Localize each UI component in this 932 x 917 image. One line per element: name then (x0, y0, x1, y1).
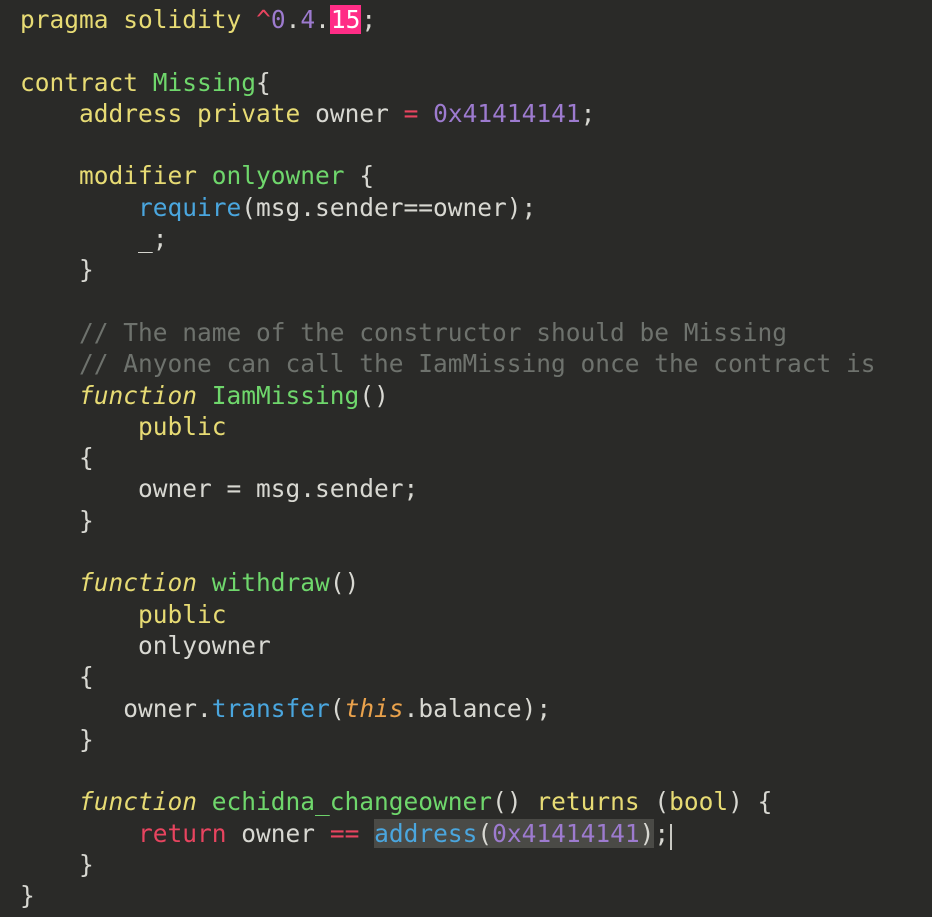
comment: // Anyone can call the IamMissing once t… (79, 349, 876, 378)
kw-address: address (79, 99, 182, 128)
kw-returns: returns (536, 787, 639, 816)
code-editor[interactable]: pragma solidity ^0.4.15; contract Missin… (0, 0, 932, 912)
num-15-highlight: 15 (330, 5, 362, 34)
kw-function: function (79, 568, 197, 597)
semi: ; (581, 99, 596, 128)
fn-iammissing: IamMissing (212, 381, 360, 410)
parens: () (492, 787, 522, 816)
kw-this: this (345, 694, 404, 723)
id-owner: owner (241, 819, 315, 848)
args: (msg.sender==owner); (241, 193, 536, 222)
call-transfer: transfer (212, 694, 330, 723)
parens: () (359, 381, 389, 410)
paren: ( (330, 694, 345, 723)
kw-function: function (79, 787, 197, 816)
paren-brace: ) { (728, 787, 772, 816)
brace: { (256, 68, 271, 97)
hex-literal: 0x41414141 (492, 819, 640, 848)
fn-withdraw: withdraw (212, 568, 330, 597)
id-owner: owner (315, 99, 389, 128)
kw-public: public (138, 412, 227, 441)
paren: ( (654, 787, 669, 816)
op-eqeq: == (330, 819, 360, 848)
brace: { (359, 161, 374, 190)
fn-echidna: echidna_changeowner (212, 787, 492, 816)
kw-pragma: pragma (20, 5, 109, 34)
op-eq: = (404, 99, 419, 128)
id-owner: owner. (123, 694, 212, 723)
kw-bool: bool (669, 787, 728, 816)
kw-function: function (79, 381, 197, 410)
semi: ; (361, 5, 376, 34)
type-missing: Missing (153, 68, 256, 97)
kw-contract: contract (20, 68, 138, 97)
brace: } (79, 725, 94, 754)
comment: // The name of the constructor should be… (79, 318, 787, 347)
kw-public: public (138, 600, 227, 629)
brace: } (20, 881, 35, 910)
kw-private: private (197, 99, 300, 128)
fn-onlyowner: onlyowner (212, 161, 345, 190)
rest: .balance); (404, 694, 552, 723)
underscore: _; (138, 224, 168, 253)
stmt: owner = msg.sender; (138, 474, 418, 503)
id-onlyowner: onlyowner (138, 631, 271, 660)
parens: () (330, 568, 360, 597)
paren: ) (640, 819, 655, 848)
paren: ( (477, 819, 492, 848)
call-address: address (374, 819, 477, 848)
hex-literal: 0x41414141 (433, 99, 581, 128)
brace: } (79, 506, 94, 535)
brace: } (79, 850, 94, 879)
brace: } (79, 255, 94, 284)
call-require: require (138, 193, 241, 222)
num-0: 0 (271, 5, 286, 34)
brace: { (79, 443, 94, 472)
kw-solidity: solidity (123, 5, 241, 34)
semi: ; (654, 819, 669, 848)
op-caret: ^ (256, 5, 271, 34)
kw-modifier: modifier (79, 161, 197, 190)
kw-return: return (138, 819, 227, 848)
brace: { (79, 662, 94, 691)
num-4: 4 (300, 5, 315, 34)
